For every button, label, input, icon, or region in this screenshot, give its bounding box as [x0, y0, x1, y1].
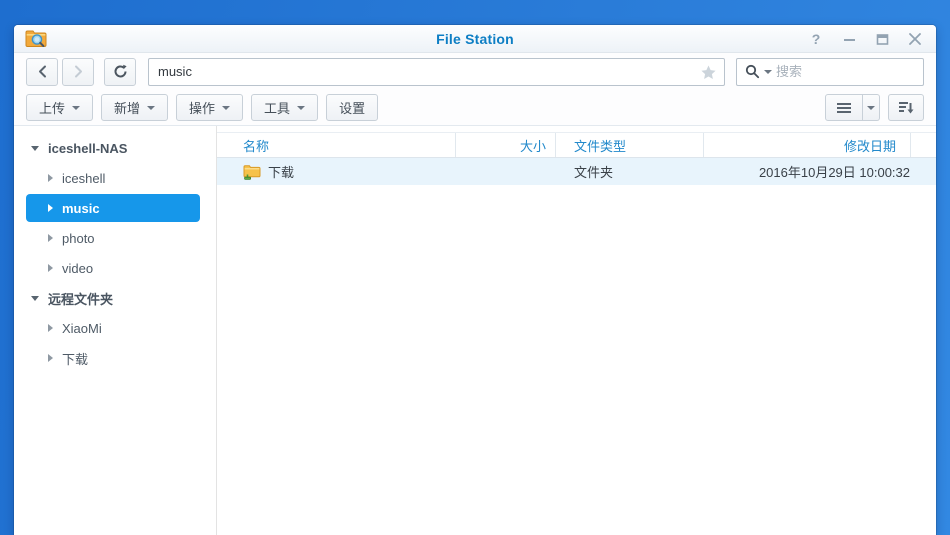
path-input[interactable]	[149, 59, 724, 85]
column-header-name[interactable]: 名称	[217, 133, 456, 157]
chevron-right-icon	[48, 234, 53, 242]
sidebar: iceshell-NAS iceshell music photo video	[14, 126, 217, 535]
search-box	[736, 58, 924, 86]
forward-button[interactable]	[62, 58, 94, 86]
file-list-panel: 名称 大小 文件类型 修改日期 下载	[217, 126, 936, 535]
back-button[interactable]	[26, 58, 58, 86]
maximize-icon[interactable]	[875, 32, 889, 46]
sidebar-section-remote-folders[interactable]: 远程文件夹	[14, 283, 216, 313]
sidebar-item-label: 下载	[62, 349, 88, 368]
create-button-label: 新增	[114, 98, 140, 117]
file-station-window: File Station ?	[14, 25, 936, 535]
column-header-size[interactable]: 大小	[456, 133, 556, 157]
sidebar-item-label: iceshell	[62, 171, 105, 186]
view-mode-caret-button[interactable]	[863, 94, 880, 121]
table-row[interactable]: 下载 文件夹 2016年10月29日 10:00:32	[217, 158, 936, 185]
sidebar-item-download[interactable]: 下载	[14, 343, 216, 373]
sidebar-item-photo[interactable]: photo	[14, 223, 216, 253]
sidebar-section-nas[interactable]: iceshell-NAS	[14, 133, 216, 163]
sort-icon	[898, 101, 914, 115]
refresh-button[interactable]	[104, 58, 136, 86]
action-button-label: 操作	[189, 98, 215, 117]
caret-down-icon	[297, 106, 305, 110]
settings-button-label: 设置	[339, 98, 365, 117]
sort-button[interactable]	[888, 94, 924, 121]
chevron-down-icon	[31, 146, 39, 151]
sidebar-item-label: video	[62, 261, 93, 276]
chevron-right-icon	[73, 65, 84, 78]
create-button[interactable]: 新增	[101, 94, 168, 121]
tools-button[interactable]: 工具	[251, 94, 318, 121]
upload-button-label: 上传	[39, 98, 65, 117]
window-controls: ?	[809, 25, 922, 53]
list-view-button[interactable]	[825, 94, 863, 121]
sidebar-item-xiaomi[interactable]: XiaoMi	[14, 313, 216, 343]
window-body: iceshell-NAS iceshell music photo video	[14, 126, 936, 535]
chevron-down-icon	[31, 296, 39, 301]
caret-down-icon	[222, 106, 230, 110]
sidebar-item-music[interactable]: music	[26, 194, 200, 222]
sidebar-item-iceshell[interactable]: iceshell	[14, 163, 216, 193]
section-label: iceshell-NAS	[48, 141, 127, 156]
favorite-star-icon[interactable]	[700, 64, 717, 81]
desktop-background: File Station ?	[0, 0, 950, 535]
address-bar	[148, 58, 725, 86]
file-name-label: 下载	[268, 162, 294, 181]
sidebar-item-label: XiaoMi	[62, 321, 102, 336]
sidebar-item-label: photo	[62, 231, 95, 246]
toolbar-right-group	[825, 94, 924, 121]
search-icon[interactable]	[745, 64, 760, 79]
title-bar: File Station ?	[14, 25, 936, 53]
search-options-caret-icon[interactable]	[764, 70, 772, 74]
section-label: 远程文件夹	[48, 289, 113, 308]
sidebar-item-label: music	[62, 201, 100, 216]
sidebar-item-video[interactable]: video	[14, 253, 216, 283]
chevron-left-icon	[37, 65, 48, 78]
caret-down-icon	[147, 106, 155, 110]
navigation-bar	[14, 53, 936, 90]
refresh-icon	[113, 64, 128, 79]
file-modified-cell: 2016年10月29日 10:00:32	[704, 162, 936, 181]
chevron-right-icon	[48, 354, 53, 362]
search-input[interactable]	[776, 64, 915, 79]
toolbar: 上传 新增 操作 工具 设置	[14, 90, 936, 126]
chevron-right-icon	[48, 204, 53, 212]
file-list-header: 名称 大小 文件类型 修改日期	[217, 132, 936, 158]
tools-button-label: 工具	[264, 98, 290, 117]
view-mode-split-button	[825, 94, 880, 121]
list-view-icon	[836, 102, 852, 114]
caret-down-icon	[72, 106, 80, 110]
settings-button[interactable]: 设置	[326, 94, 378, 121]
column-header-type[interactable]: 文件类型	[556, 133, 704, 157]
window-title: File Station	[14, 31, 936, 47]
close-icon[interactable]	[908, 32, 922, 46]
action-button[interactable]: 操作	[176, 94, 243, 121]
column-header-gutter	[911, 133, 936, 157]
help-icon[interactable]: ?	[809, 32, 823, 46]
network-folder-icon	[243, 164, 261, 180]
column-header-modified[interactable]: 修改日期	[704, 133, 911, 157]
chevron-right-icon	[48, 324, 53, 332]
upload-button[interactable]: 上传	[26, 94, 93, 121]
minimize-icon[interactable]	[842, 32, 856, 46]
caret-down-icon	[867, 106, 875, 110]
chevron-right-icon	[48, 264, 53, 272]
file-type-cell: 文件夹	[556, 162, 704, 181]
file-name-cell: 下载	[217, 162, 556, 181]
chevron-right-icon	[48, 174, 53, 182]
